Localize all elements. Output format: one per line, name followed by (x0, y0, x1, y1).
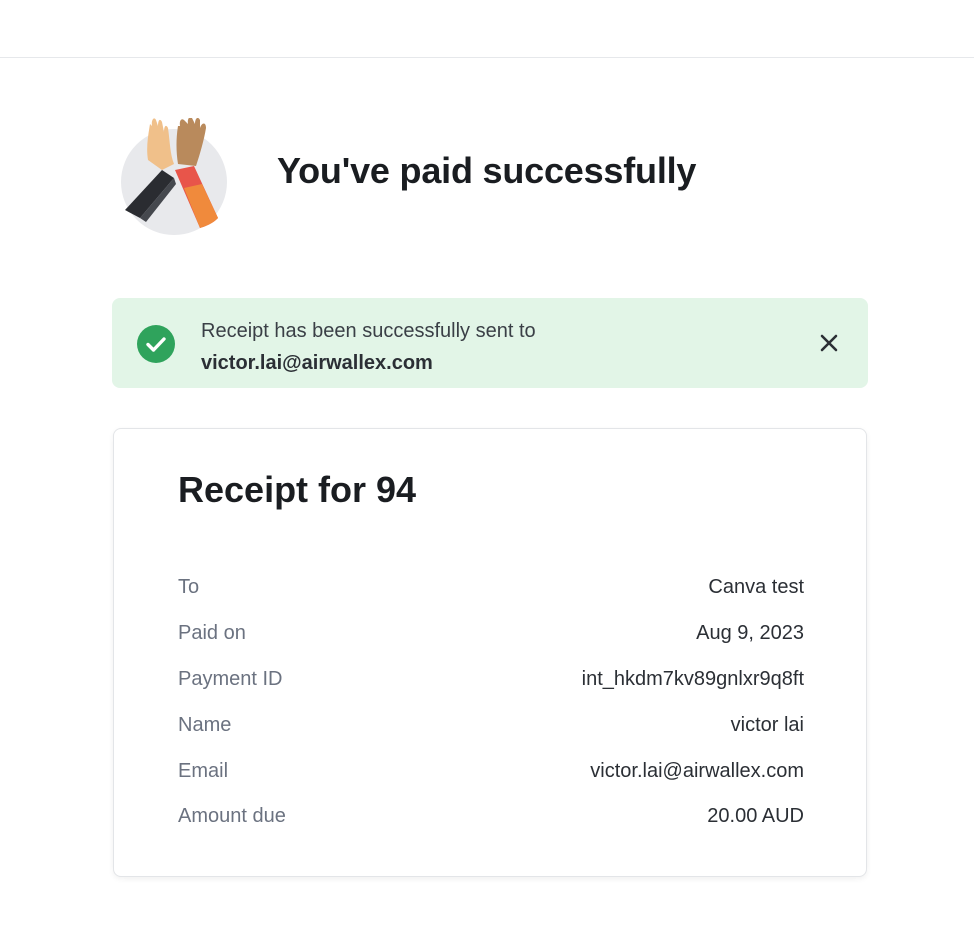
receipt-title: Receipt for 94 (178, 469, 417, 510)
row-label: Paid on (178, 622, 246, 645)
check-circle-icon (137, 325, 175, 363)
high-five-illustration (120, 117, 230, 236)
header-divider (0, 57, 974, 58)
row-label: Name (178, 713, 232, 736)
receipt-row-email: Email victor.lai@airwallex.com (178, 748, 804, 794)
receipt-sent-banner: Receipt has been successfully sent to vi… (112, 298, 868, 388)
row-value: Canva test (708, 576, 804, 599)
receipt-row-to: To Canva test (178, 565, 804, 611)
success-hero: You've paid successfully (120, 117, 860, 236)
receipt-card: Receipt for 94 To Canva test Paid on Aug… (113, 428, 867, 877)
receipt-details: To Canva test Paid on Aug 9, 2023 Paymen… (178, 565, 804, 840)
row-label: Amount due (178, 805, 286, 828)
row-label: To (178, 576, 200, 599)
page-title: You've paid successfully (277, 150, 697, 191)
receipt-row-payment-id: Payment ID int_hkdm7kv89gnlxr9q8ft (178, 657, 804, 703)
row-value: Aug 9, 2023 (696, 622, 804, 645)
receipt-row-paid-on: Paid on Aug 9, 2023 (178, 611, 804, 657)
row-value: victor.lai@airwallex.com (590, 759, 804, 782)
close-icon[interactable] (818, 332, 840, 354)
row-label: Payment ID (178, 667, 283, 690)
row-value: 20.00 AUD (707, 805, 804, 828)
row-value: int_hkdm7kv89gnlxr9q8ft (581, 667, 804, 690)
row-label: Email (178, 759, 229, 782)
banner-message: Receipt has been successfully sent to vi… (201, 315, 536, 379)
banner-email: victor.lai@airwallex.com (201, 352, 433, 374)
row-value: victor lai (730, 713, 804, 736)
receipt-row-amount-due: Amount due 20.00 AUD (178, 794, 804, 840)
banner-message-text: Receipt has been successfully sent to (201, 320, 536, 342)
receipt-row-name: Name victor lai (178, 702, 804, 748)
